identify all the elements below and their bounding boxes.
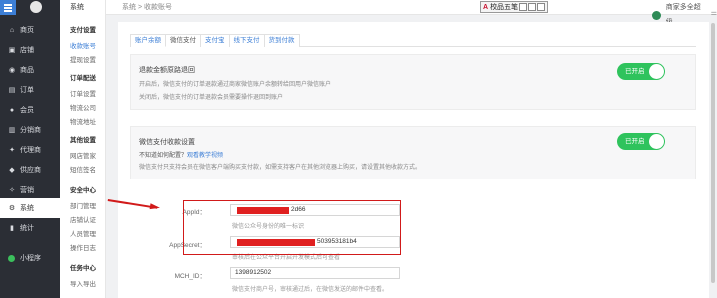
subnav-group-title: 安全中心: [70, 187, 96, 194]
subnav-link-staff[interactable]: 人员管理: [70, 228, 96, 238]
subnav-group-title: 支付设置: [70, 27, 96, 34]
refund-toggle[interactable]: 已开启: [617, 63, 665, 80]
main-content: 账户余额 微信支付 支付宝 线下支付 货到付款 退款金额原路退回 开启后，微信支…: [118, 22, 709, 298]
top-bar: 系统 > 收款账号 A 校品五笔 商家多全超级 ☰: [106, 0, 717, 26]
subnav-link-payment-account[interactable]: 收款账号: [70, 40, 96, 50]
tab-offline[interactable]: 线下支付: [228, 34, 265, 47]
scrollbar-thumb[interactable]: [711, 23, 715, 283]
nav-item-orders[interactable]: ▤ 订单: [0, 80, 60, 100]
scrollbar[interactable]: [709, 15, 717, 298]
wechat-pay-help: 不知道如何配置？观看教学视频: [139, 150, 223, 159]
mchid-hint: 微信支付商户号，审核通过后，在微信发送的邮件中查看。: [232, 287, 389, 293]
refund-panel: 退款金额原路退回 开启后，微信支付的订单退款通过商家微信账户余额转给回用户微信账…: [130, 54, 696, 110]
nav-item-label: 小程序: [20, 255, 41, 262]
distributor-icon: ▥: [8, 127, 16, 134]
wechat-pay-panel: 微信支付收款设置 不知道如何配置？观看教学视频 微信支付只支持会员在微信客户端购…: [130, 126, 696, 179]
ime-toolbar[interactable]: A 校品五笔: [480, 1, 549, 13]
subnav-title: 系统: [70, 4, 84, 11]
wechat-pay-desc: 微信支付只支持会员在微信客户端购买支付款，如需支持客户在其他浏览器上购买，请设置…: [139, 165, 422, 171]
nav-item-marketing[interactable]: ✧ 营销: [0, 180, 60, 200]
subnav-link-logistics[interactable]: 物流公司: [70, 102, 96, 112]
refund-desc-off: 关闭后，微信支付的订单退款会员需要操作退回到账户: [139, 95, 284, 101]
refund-desc-on: 开启后，微信支付的订单退款通过商家微信账户余额转给回用户微信账户: [139, 82, 332, 88]
nav-item-label: 会员: [20, 107, 34, 114]
home-icon: ⌂: [9, 26, 15, 34]
nav-item-stats[interactable]: ▮ 统计: [0, 218, 60, 238]
nav-item-miniprogram[interactable]: 小程序: [0, 248, 60, 268]
tab-alipay[interactable]: 支付宝: [200, 34, 230, 47]
annotation-highlight-box: [183, 200, 401, 255]
nav-item-agent[interactable]: ✦ 代理商: [0, 140, 60, 160]
subnav-link-store-verify[interactable]: 店铺认证: [70, 214, 96, 224]
subnav-group-title: 任务中心: [70, 265, 96, 272]
mchid-input[interactable]: 1398912502: [230, 267, 400, 279]
nav-item-label: 供应商: [20, 167, 41, 174]
ime-keyboard-icon[interactable]: [537, 3, 546, 11]
main-nav: ⌂ 商页 ▣ 店铺 ◉ 商品 ▤ 订单 ● 会员 ▥ 分销商 ✦ 代理商 ◆ 供…: [0, 0, 60, 298]
mchid-label: MCH_ID：: [174, 273, 206, 280]
nav-item-label: 商页: [20, 27, 34, 34]
nav-item-label: 店铺: [20, 47, 34, 54]
tutorial-video-link[interactable]: 观看教学视频: [187, 153, 223, 159]
order-icon: ▤: [8, 87, 16, 94]
refund-title: 退款金额原路退回: [139, 67, 195, 74]
marketing-icon: ✧: [9, 187, 15, 194]
ime-label: 校品五笔: [490, 4, 519, 11]
supplier-icon: ◆: [9, 167, 15, 174]
subnav-link-department[interactable]: 部门管理: [70, 200, 96, 210]
tab-cod[interactable]: 货到付款: [263, 34, 300, 47]
tab-wechat-pay[interactable]: 微信支付: [165, 34, 201, 47]
sub-nav: 系统 支付设置 收款账号 提现设置 订单配送 订单设置 物流公司 物流地址 其他…: [60, 0, 106, 298]
nav-item-home[interactable]: ⌂ 商页: [0, 20, 60, 40]
toggle-knob: [649, 134, 664, 149]
toggle-label: 已开启: [625, 138, 645, 145]
nav-item-label: 代理商: [20, 147, 41, 154]
store-icon: ▣: [8, 47, 16, 54]
subnav-link-withdraw[interactable]: 提现设置: [70, 54, 96, 64]
nav-item-distributor[interactable]: ▥ 分销商: [0, 120, 60, 140]
wechat-pay-title: 微信支付收款设置: [139, 139, 195, 146]
nav-item-label: 分销商: [20, 127, 41, 134]
subnav-link-logistics-address[interactable]: 物流地址: [70, 116, 96, 126]
miniprogram-icon: [8, 254, 15, 262]
nav-item-label: 商品: [20, 67, 34, 74]
nav-item-label: 系统: [20, 205, 34, 212]
nav-item-system[interactable]: ⚙ 系统: [0, 198, 60, 218]
nav-item-label: 营销: [20, 187, 34, 194]
mchid-value: 1398912502: [235, 269, 272, 276]
nav-item-supplier[interactable]: ◆ 供应商: [0, 160, 60, 180]
subnav-link-order-settings[interactable]: 订单设置: [70, 88, 96, 98]
subnav-link-shop-manager[interactable]: 网店管家: [70, 150, 96, 160]
ime-moon-icon[interactable]: [519, 3, 528, 11]
tab-balance[interactable]: 账户余额: [130, 34, 166, 47]
breadcrumb: 系统 > 收款账号: [122, 4, 172, 11]
menu-toggle-icon[interactable]: [0, 0, 16, 15]
subnav-link-sms-sign[interactable]: 短信签名: [70, 164, 96, 174]
wechat-pay-toggle[interactable]: 已开启: [617, 133, 665, 150]
avatar[interactable]: [30, 1, 42, 13]
subnav-link-operation-log[interactable]: 操作日志: [70, 242, 96, 252]
gear-icon: ⚙: [8, 205, 16, 212]
nav-item-label: 统计: [20, 225, 34, 232]
help-prefix: 不知道如何配置？: [139, 153, 188, 159]
subnav-link-import-export[interactable]: 导入导出: [70, 278, 96, 288]
goods-icon: ◉: [8, 67, 16, 74]
ime-dot-icon[interactable]: [528, 3, 537, 11]
payment-tabs: 账户余额 微信支付 支付宝 线下支付 货到付款: [130, 34, 696, 47]
subnav-group-title: 订单配送: [70, 75, 96, 82]
toggle-label: 已开启: [625, 68, 645, 75]
nav-item-label: 订单: [20, 87, 34, 94]
nav-item-members[interactable]: ● 会员: [0, 100, 60, 120]
nav-item-goods[interactable]: ◉ 商品: [0, 60, 60, 80]
ime-logo: A: [483, 3, 489, 11]
nav-item-store[interactable]: ▣ 店铺: [0, 40, 60, 60]
agent-icon: ✦: [9, 147, 15, 154]
stats-icon: ▮: [10, 225, 14, 232]
user-avatar: [652, 10, 661, 20]
member-icon: ●: [9, 106, 15, 114]
toggle-knob: [649, 64, 664, 79]
subnav-group-title: 其他设置: [70, 137, 96, 144]
